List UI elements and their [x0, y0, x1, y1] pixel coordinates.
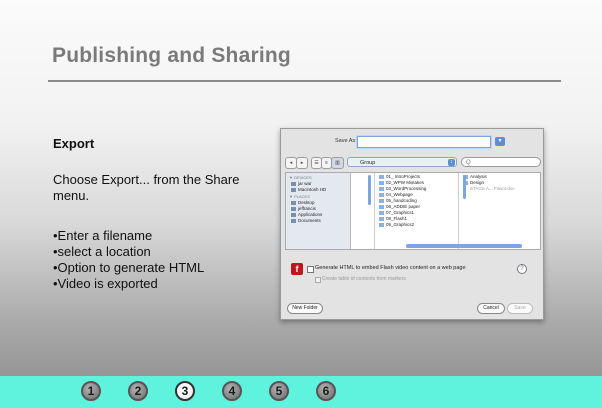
nav-button-4[interactable]: 4: [222, 381, 242, 401]
sidebar-item-place[interactable]: Documents: [291, 218, 350, 223]
devices-header: ▼ DEVICES: [289, 175, 312, 180]
nav-button-1[interactable]: 1: [81, 381, 101, 401]
drive-icon: [291, 181, 296, 186]
save-as-label: Save As:: [335, 138, 357, 144]
sidebar-item-place[interactable]: jeffrancis: [291, 206, 350, 211]
search-input[interactable]: Q: [461, 157, 541, 167]
browser-column-subfolders: Analysis Design STAGS A... Flavor.doc: [460, 173, 540, 249]
list-item[interactable]: 06_ADDIE paper: [379, 204, 458, 209]
drive-icon: [291, 187, 296, 192]
export-options: f Generate HTML to embed Flash video con…: [285, 253, 539, 289]
folder-icon: [379, 198, 384, 203]
home-icon: [291, 206, 296, 211]
folder-icon: [379, 222, 384, 227]
folder-icon: [291, 200, 296, 205]
list-item[interactable]: 04_Webpage: [379, 192, 458, 197]
bullet-item: •Option to generate HTML: [53, 260, 205, 275]
sidebar-item-device[interactable]: Macintosh HD: [291, 187, 350, 192]
location-select[interactable]: Group ↕: [347, 157, 457, 167]
list-item[interactable]: Analysis: [463, 174, 540, 179]
browser-toolbar: ◂ ▸ ☰ ≡ ▥ Group ↕ Q: [285, 157, 541, 169]
flash-icon: f: [291, 263, 303, 275]
browser-column: [352, 173, 375, 249]
scrollbar[interactable]: [368, 175, 371, 205]
bullet-list: •Enter a filename •select a location •Op…: [53, 228, 204, 292]
sidebar-item-place[interactable]: Applications: [291, 212, 350, 217]
detail-item: STAGS A... Flavor.doc: [470, 186, 515, 191]
browser-sidebar: ▼ DEVICES jar war Macintosh HD ▼ PLACES …: [286, 173, 351, 249]
list-item[interactable]: 09_Graphics2: [379, 222, 458, 227]
list-item[interactable]: 05_handcoding: [379, 198, 458, 203]
list-item[interactable]: 03_WordProcessing: [379, 186, 458, 191]
scrollbar[interactable]: [463, 175, 466, 199]
list-item[interactable]: 01_ IntroProjects: [379, 174, 458, 179]
folder-icon: [379, 192, 384, 197]
slide: Publishing and Sharing Export Choose Exp…: [0, 0, 602, 408]
sidebar-item-device[interactable]: jar war: [291, 181, 350, 186]
column-view-button[interactable]: ▥: [331, 157, 344, 169]
title-divider: [48, 80, 561, 82]
bullet-item: •select a location: [53, 244, 151, 259]
cancel-button[interactable]: Cancel: [477, 303, 505, 314]
nav-button-3[interactable]: 3: [175, 381, 195, 401]
folder-icon: [379, 180, 384, 185]
file-browser: ▼ DEVICES jar war Macintosh HD ▼ PLACES …: [285, 172, 541, 250]
save-as-row: Save As: ▾: [281, 135, 543, 149]
expand-toggle-button[interactable]: ▾: [495, 137, 505, 146]
nav-button-5[interactable]: 5: [269, 381, 289, 401]
folder-icon: [379, 186, 384, 191]
forward-button[interactable]: ▸: [296, 157, 308, 169]
section-heading: Export: [53, 136, 95, 151]
list-item[interactable]: Design: [463, 180, 540, 185]
save-as-input[interactable]: [357, 136, 491, 148]
folder-icon: [291, 218, 296, 223]
applications-icon: [291, 212, 296, 217]
sidebar-item-place[interactable]: Desktop: [291, 200, 350, 205]
generate-html-label: Generate HTML to embed Flash video conte…: [315, 265, 466, 271]
new-folder-button[interactable]: New Folder: [287, 303, 323, 314]
location-value: Group: [360, 160, 376, 166]
toc-checkbox[interactable]: [315, 277, 321, 283]
folder-icon: [379, 204, 384, 209]
save-button[interactable]: Save: [507, 303, 533, 314]
export-dialog: Save As: ▾ ◂ ▸ ☰ ≡ ▥ Group ↕ Q ▼ DEVICES…: [280, 128, 544, 320]
nav-button-6[interactable]: 6: [316, 381, 336, 401]
list-item[interactable]: 08_Flash1: [379, 216, 458, 221]
places-header: ▼ PLACES: [289, 194, 310, 199]
chevron-updown-icon: ↕: [448, 159, 455, 166]
bullet-item: •Enter a filename: [53, 228, 153, 243]
bullet-item: •Video is exported: [53, 276, 158, 291]
generate-html-checkbox[interactable]: [307, 266, 314, 273]
slide-navigation-bar: 1 2 3 4 5 6: [0, 376, 602, 408]
help-button[interactable]: ?: [517, 264, 527, 274]
folder-icon: [379, 210, 384, 215]
slide-title: Publishing and Sharing: [52, 44, 291, 67]
folder-icon: [379, 216, 384, 221]
list-item[interactable]: 07_Graphics1: [379, 210, 458, 215]
toc-label: Create table of contents from markers: [322, 276, 406, 282]
list-item[interactable]: 02_WPW Mistakes: [379, 180, 458, 185]
horizontal-scrollbar[interactable]: [406, 244, 522, 248]
instruction-text: Choose Export... from the Share menu.: [53, 172, 240, 203]
browser-column-folders: 01_ IntroProjects 02_WPW Mistakes 03_Wor…: [376, 173, 459, 249]
folder-icon: [379, 174, 384, 179]
nav-button-2[interactable]: 2: [128, 381, 148, 401]
